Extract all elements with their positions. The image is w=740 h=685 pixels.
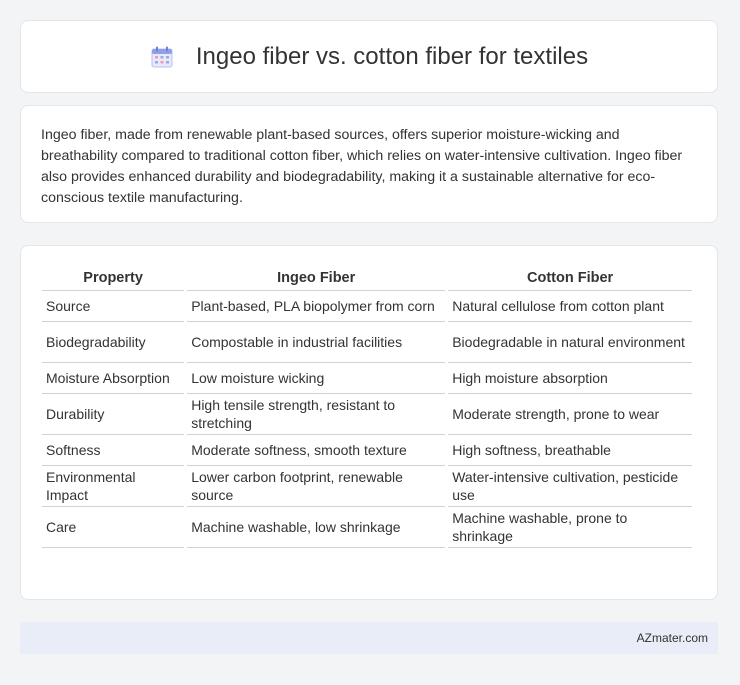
row-property: Care: [42, 507, 185, 548]
table-row: Care Machine washable, low shrinkage Mac…: [42, 507, 692, 548]
row-cotton-value: Water-intensive cultivation, pesticide u…: [448, 466, 692, 507]
title-wrap: Ingeo fiber vs. cotton fiber for textile…: [150, 43, 588, 71]
row-cotton-value: Natural cellulose from cotton plant: [448, 291, 692, 322]
intro-card: Ingeo fiber, made from renewable plant-b…: [20, 105, 718, 223]
row-ingeo-value: Compostable in industrial facilities: [187, 322, 446, 363]
row-ingeo-value: Plant-based, PLA biopolymer from corn: [187, 291, 446, 322]
table-row: Durability High tensile strength, resist…: [42, 394, 692, 435]
comparison-table: Property Ingeo Fiber Cotton Fiber Source…: [39, 266, 695, 548]
row-cotton-value: High softness, breathable: [448, 435, 692, 466]
row-property: Softness: [42, 435, 185, 466]
table-row: Softness Moderate softness, smooth textu…: [42, 435, 692, 466]
row-cotton-value: Machine washable, prone to shrinkage: [448, 507, 692, 548]
row-property: Durability: [42, 394, 185, 435]
header-cotton-fiber: Cotton Fiber: [448, 266, 692, 291]
table-header-row: Property Ingeo Fiber Cotton Fiber: [42, 266, 692, 291]
row-property: Source: [42, 291, 185, 322]
intro-paragraph: Ingeo fiber, made from renewable plant-b…: [41, 127, 683, 206]
row-ingeo-value: Moderate softness, smooth texture: [187, 435, 446, 466]
comparison-table-card: Property Ingeo Fiber Cotton Fiber Source…: [20, 245, 718, 600]
footer: AZmater.com: [20, 622, 718, 654]
row-property: Biodegradability: [42, 322, 185, 363]
table-row: Biodegradability Compostable in industri…: [42, 322, 692, 363]
row-cotton-value: Moderate strength, prone to wear: [448, 394, 692, 435]
row-property: Environmental Impact: [42, 466, 185, 507]
row-ingeo-value: Lower carbon footprint, renewable source: [187, 466, 446, 507]
header-property: Property: [42, 266, 185, 291]
header-ingeo-fiber: Ingeo Fiber: [187, 266, 446, 291]
row-cotton-value: High moisture absorption: [448, 363, 692, 394]
row-ingeo-value: High tensile strength, resistant to stre…: [187, 394, 446, 435]
row-property: Moisture Absorption: [42, 363, 185, 394]
row-cotton-value: Biodegradable in natural environment: [448, 322, 692, 363]
row-ingeo-value: Machine washable, low shrinkage: [187, 507, 446, 548]
table-row: Source Plant-based, PLA biopolymer from …: [42, 291, 692, 322]
calendar-icon: [150, 45, 174, 69]
table-row: Environmental Impact Lower carbon footpr…: [42, 466, 692, 507]
row-ingeo-value: Low moisture wicking: [187, 363, 446, 394]
title-card: Ingeo fiber vs. cotton fiber for textile…: [20, 20, 718, 93]
table-row: Moisture Absorption Low moisture wicking…: [42, 363, 692, 394]
footer-brand[interactable]: AZmater.com: [637, 631, 708, 645]
page-title: Ingeo fiber vs. cotton fiber for textile…: [195, 42, 589, 70]
